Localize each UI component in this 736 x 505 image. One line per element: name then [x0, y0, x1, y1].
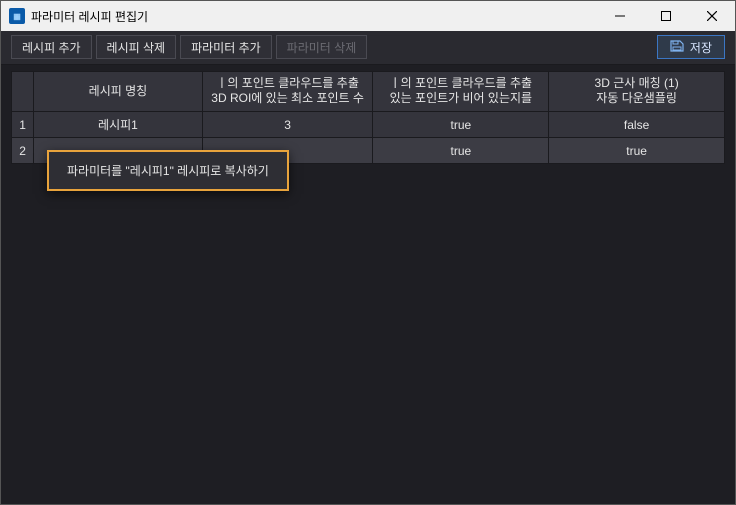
delete-recipe-button[interactable]: 레시피 삭제: [96, 35, 177, 59]
add-parameter-button[interactable]: 파라미터 추가: [180, 35, 272, 59]
toolbar: 레시피 추가 레시피 삭제 파라미터 추가 파라미터 삭제 저장: [1, 31, 735, 65]
header-col2[interactable]: ㅣ의 포인트 클라우드를 추출 있는 포인트가 비어 있는지를: [373, 71, 549, 111]
cell-c2[interactable]: true: [373, 138, 549, 164]
context-menu-item-copy-to-recipe[interactable]: 파라미터를 "레시피1" 레시피로 복사하기: [57, 158, 279, 183]
save-button-label: 저장: [690, 39, 712, 56]
cell-c2[interactable]: true: [373, 112, 549, 138]
cell-recipe-name[interactable]: 레시피1: [34, 112, 203, 138]
header-col3[interactable]: 3D 근사 매칭 (1) 자동 다운샘플링: [549, 71, 725, 111]
context-menu: 파라미터를 "레시피1" 레시피로 복사하기: [47, 150, 289, 191]
minimize-button[interactable]: [597, 1, 643, 31]
table-row[interactable]: 1 레시피1 3 true false: [12, 112, 725, 138]
cell-c1[interactable]: 3: [202, 112, 373, 138]
content-area: 레시피 명칭 ㅣ의 포인트 클라우드를 추출 3D ROI에 있는 최소 포인트…: [1, 65, 735, 504]
delete-parameter-button[interactable]: 파라미터 삭제: [276, 35, 368, 59]
table-empty-area: [11, 164, 725, 494]
row-number[interactable]: 2: [12, 138, 34, 164]
titlebar: ▦ 파라미터 레시피 편집기: [1, 1, 735, 31]
save-button[interactable]: 저장: [657, 35, 725, 59]
add-recipe-button[interactable]: 레시피 추가: [11, 35, 92, 59]
save-icon: [670, 40, 684, 55]
window-title: 파라미터 레시피 편집기: [31, 8, 148, 25]
cell-c3[interactable]: false: [549, 112, 725, 138]
table-corner: [12, 71, 34, 111]
header-recipe-name[interactable]: 레시피 명칭: [34, 71, 203, 111]
close-button[interactable]: [689, 1, 735, 31]
header-col1[interactable]: ㅣ의 포인트 클라우드를 추출 3D ROI에 있는 최소 포인트 수: [202, 71, 373, 111]
row-number[interactable]: 1: [12, 112, 34, 138]
maximize-button[interactable]: [643, 1, 689, 31]
app-icon: ▦: [9, 8, 25, 24]
recipe-table: 레시피 명칭 ㅣ의 포인트 클라우드를 추출 3D ROI에 있는 최소 포인트…: [11, 71, 725, 494]
cell-c3[interactable]: true: [549, 138, 725, 164]
